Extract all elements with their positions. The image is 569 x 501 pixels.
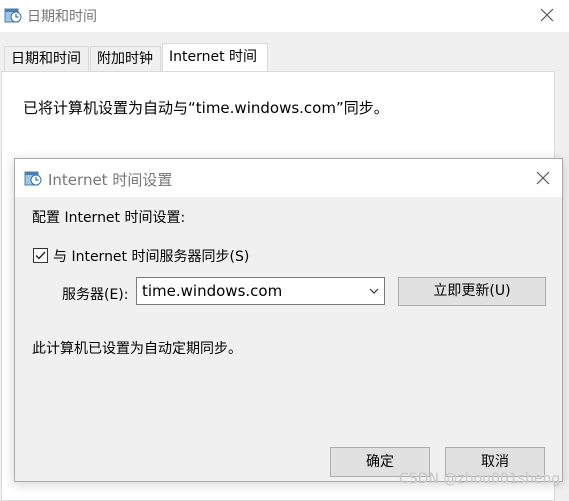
chevron-down-icon[interactable] xyxy=(368,285,380,297)
server-combobox[interactable]: time.windows.com xyxy=(136,277,385,305)
outer-titlebar: 日期和时间 xyxy=(0,0,569,32)
close-icon[interactable] xyxy=(535,3,559,27)
tab-label: Internet 时间 xyxy=(169,49,258,65)
internet-time-settings-dialog: Internet 时间设置 配置 Internet 时间设置: 与 Intern… xyxy=(14,158,563,482)
tab-date-time[interactable]: 日期和时间 xyxy=(4,46,89,71)
update-now-button[interactable]: 立即更新(U) xyxy=(398,277,546,306)
tab-internet-time[interactable]: Internet 时间 xyxy=(162,43,268,72)
dialog-title: Internet 时间设置 xyxy=(48,171,173,189)
server-value: time.windows.com xyxy=(142,282,283,300)
tab-label: 日期和时间 xyxy=(11,51,81,67)
window-title: 日期和时间 xyxy=(27,9,97,25)
clock-calendar-icon xyxy=(4,6,22,24)
dialog-heading: 配置 Internet 时间设置: xyxy=(32,210,186,226)
sync-checkbox[interactable] xyxy=(33,248,48,263)
close-icon[interactable] xyxy=(532,167,554,189)
checkmark-icon xyxy=(35,251,46,260)
dialog-titlebar: Internet 时间设置 xyxy=(15,159,562,197)
watermark: CSDN @zhou001sheng xyxy=(399,471,561,487)
server-label: 服务器(E): xyxy=(62,287,129,303)
sync-status: 此计算机已设置为自动定期同步。 xyxy=(32,341,242,357)
clock-calendar-icon xyxy=(24,169,42,187)
sync-description: 已将计算机设置为自动与“time.windows.com”同步。 xyxy=(23,99,389,117)
sync-checkbox-label[interactable]: 与 Internet 时间服务器同步(S) xyxy=(53,246,249,266)
tab-additional-clocks[interactable]: 附加时钟 xyxy=(90,46,161,71)
tab-label: 附加时钟 xyxy=(97,51,153,67)
